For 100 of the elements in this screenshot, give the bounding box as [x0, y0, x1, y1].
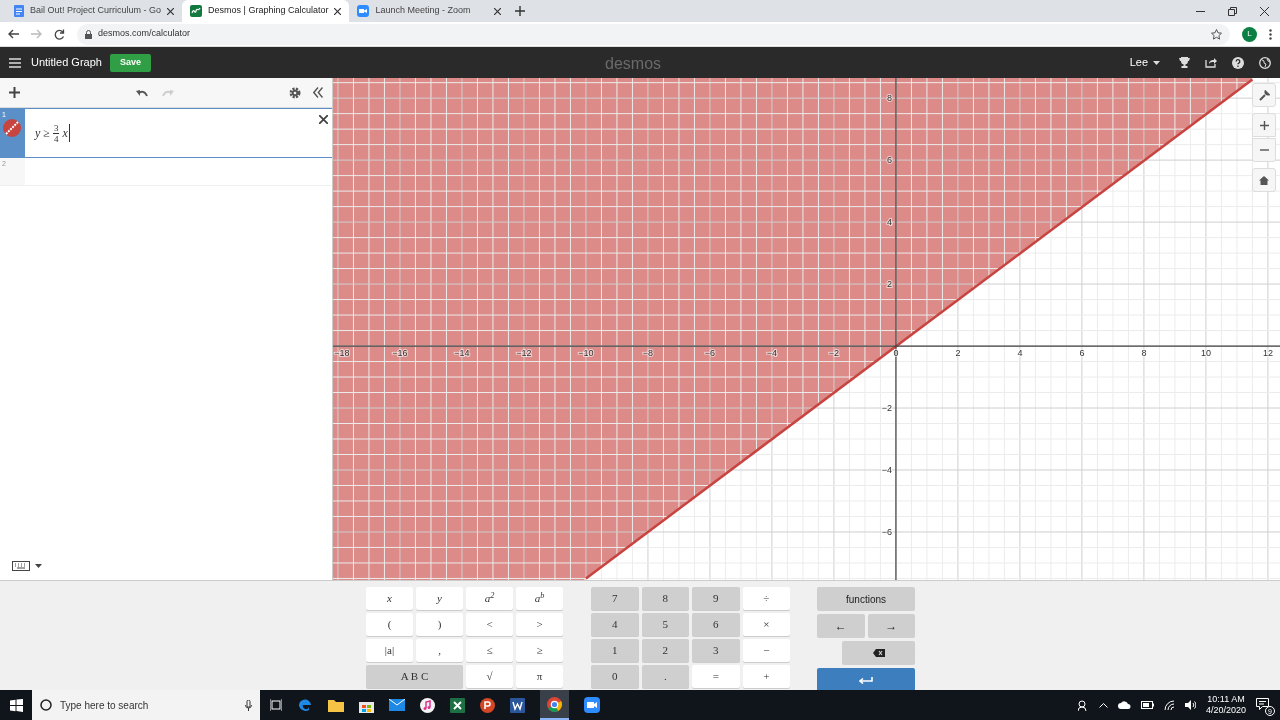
keypad-key[interactable]: x [366, 587, 413, 610]
notification-icon[interactable] [1256, 698, 1269, 710]
axis-tick-label: 6 [886, 155, 892, 166]
chevron-up-icon[interactable] [1098, 702, 1108, 708]
close-tab-icon[interactable] [494, 7, 502, 15]
keypad-key[interactable]: π [516, 665, 563, 688]
search-icon [40, 699, 52, 711]
star-icon[interactable] [1211, 28, 1222, 40]
axis-tick-label: 10 [1200, 348, 1211, 359]
axis-tick-label: 0 [893, 348, 899, 359]
plus-icon[interactable] [9, 87, 20, 98]
keypad-key[interactable]: a$^{2}$ [466, 587, 513, 610]
browser-tab[interactable]: Bail Out! Project Curriculum - Go [6, 0, 183, 22]
task-view-icon[interactable] [270, 699, 282, 711]
keypad-key[interactable]: A B C [366, 665, 463, 688]
keypad-key[interactable]: y [416, 587, 463, 610]
zoom-out-button[interactable] [1252, 138, 1276, 162]
trophy-icon[interactable] [1179, 57, 1190, 68]
profile-avatar[interactable]: L [1242, 26, 1257, 42]
wrench-icon [1258, 89, 1270, 101]
keypad-key[interactable]: 8 [641, 587, 689, 610]
keypad-key[interactable]: + [742, 665, 790, 688]
keypad-key[interactable]: ← [817, 614, 865, 638]
taskbar-search-box[interactable]: Type here to search [32, 690, 260, 720]
keypad-key[interactable]: 3 [692, 639, 740, 662]
keypad-key[interactable]: > [516, 613, 563, 636]
settings-icon[interactable] [289, 86, 301, 99]
address-bar-url[interactable]: desmos.com/calculator [98, 27, 191, 41]
person-icon[interactable] [1077, 699, 1089, 711]
close-tab-icon[interactable] [334, 7, 342, 15]
document-app-icon[interactable] [510, 697, 525, 713]
back-arrow-icon[interactable] [8, 29, 19, 39]
keypad-key[interactable]: . [641, 665, 689, 688]
wifi-icon[interactable] [1163, 700, 1175, 710]
backspace-key[interactable] [842, 641, 915, 665]
speaker-icon[interactable] [1184, 700, 1196, 710]
chrome-browser-icon[interactable] [547, 696, 562, 712]
keypad-key[interactable]: ( [366, 613, 413, 636]
share-icon[interactable] [1205, 57, 1217, 68]
keypad-key[interactable]: = [692, 665, 740, 688]
edge-browser-icon[interactable] [297, 697, 313, 713]
minimize-icon [1195, 10, 1205, 12]
axis-tick-label: −18 [334, 348, 350, 359]
browser-tab[interactable]: Launch Meeting - Zoom [349, 0, 510, 22]
keypad-key[interactable]: , [416, 639, 463, 662]
graph-style-icon[interactable] [3, 119, 21, 137]
keypad-key[interactable]: 5 [641, 613, 689, 636]
keypad-key[interactable]: √ [466, 665, 513, 688]
keypad-key[interactable]: → [867, 614, 915, 638]
folder-icon[interactable] [328, 698, 344, 712]
keypad-key[interactable]: × [742, 613, 790, 636]
keypad-key[interactable]: 0 [591, 665, 639, 688]
undo-icon[interactable] [135, 88, 148, 97]
more-menu-icon[interactable] [1269, 28, 1272, 40]
close-tab-icon[interactable] [167, 7, 175, 15]
keypad-key[interactable]: 6 [692, 613, 740, 636]
cloud-icon[interactable] [1117, 701, 1131, 709]
keypad-key[interactable]: a$^{b}$ [516, 587, 563, 610]
menu-icon[interactable] [9, 57, 21, 68]
document-icon [14, 5, 24, 17]
enter-key[interactable] [817, 668, 915, 692]
help-icon[interactable] [1232, 56, 1244, 69]
caret-down-icon[interactable] [1153, 60, 1160, 65]
collapse-panel-icon[interactable] [313, 87, 323, 98]
keyboard-icon [12, 561, 30, 571]
globe-icon[interactable] [1259, 56, 1271, 69]
keypad-key[interactable]: functions [817, 587, 915, 611]
music-note-icon[interactable] [420, 697, 435, 713]
delete-expression-icon[interactable] [319, 115, 328, 124]
clock-time[interactable]: 10:11 AM [1207, 694, 1245, 705]
microphone-icon[interactable] [245, 699, 252, 711]
battery-icon[interactable] [1140, 701, 1154, 709]
mail-icon[interactable] [389, 699, 405, 711]
restore-icon [1227, 6, 1237, 16]
windows-start-icon[interactable] [9, 698, 23, 712]
zoom-in-button[interactable] [1252, 113, 1276, 137]
keypad-key[interactable]: |a| [366, 639, 413, 662]
keypad-key[interactable]: ) [416, 613, 463, 636]
search-input-field[interactable]: Type here to search [60, 697, 237, 713]
keypad-key[interactable]: 9 [692, 587, 740, 610]
keypad-key[interactable]: − [742, 639, 790, 662]
slides-app-icon[interactable] [480, 697, 495, 713]
reload-icon[interactable] [54, 28, 65, 40]
user-name[interactable]: Lee [1129, 54, 1148, 71]
keypad-key[interactable]: 7 [591, 587, 639, 610]
spreadsheet-app-icon[interactable] [450, 697, 465, 713]
video-camera-app-icon[interactable] [584, 697, 600, 713]
browser-tab[interactable]: Desmos | Graphing Calculator [182, 0, 350, 22]
lock-icon [85, 29, 92, 39]
keypad-key[interactable]: 2 [641, 639, 689, 662]
graph-settings-button[interactable] [1252, 83, 1276, 107]
clock-date[interactable]: 4/20/2020 [1205, 705, 1246, 716]
keypad-key[interactable]: ≥ [516, 639, 563, 662]
keypad-key[interactable]: ÷ [742, 587, 790, 610]
keypad-key[interactable]: ≤ [466, 639, 513, 662]
keypad-key[interactable]: 4 [591, 613, 639, 636]
keypad-key[interactable]: 1 [591, 639, 639, 662]
home-view-button[interactable] [1252, 168, 1276, 192]
keypad-key[interactable]: < [466, 613, 513, 636]
graph-title[interactable]: Untitled Graph [31, 54, 102, 71]
